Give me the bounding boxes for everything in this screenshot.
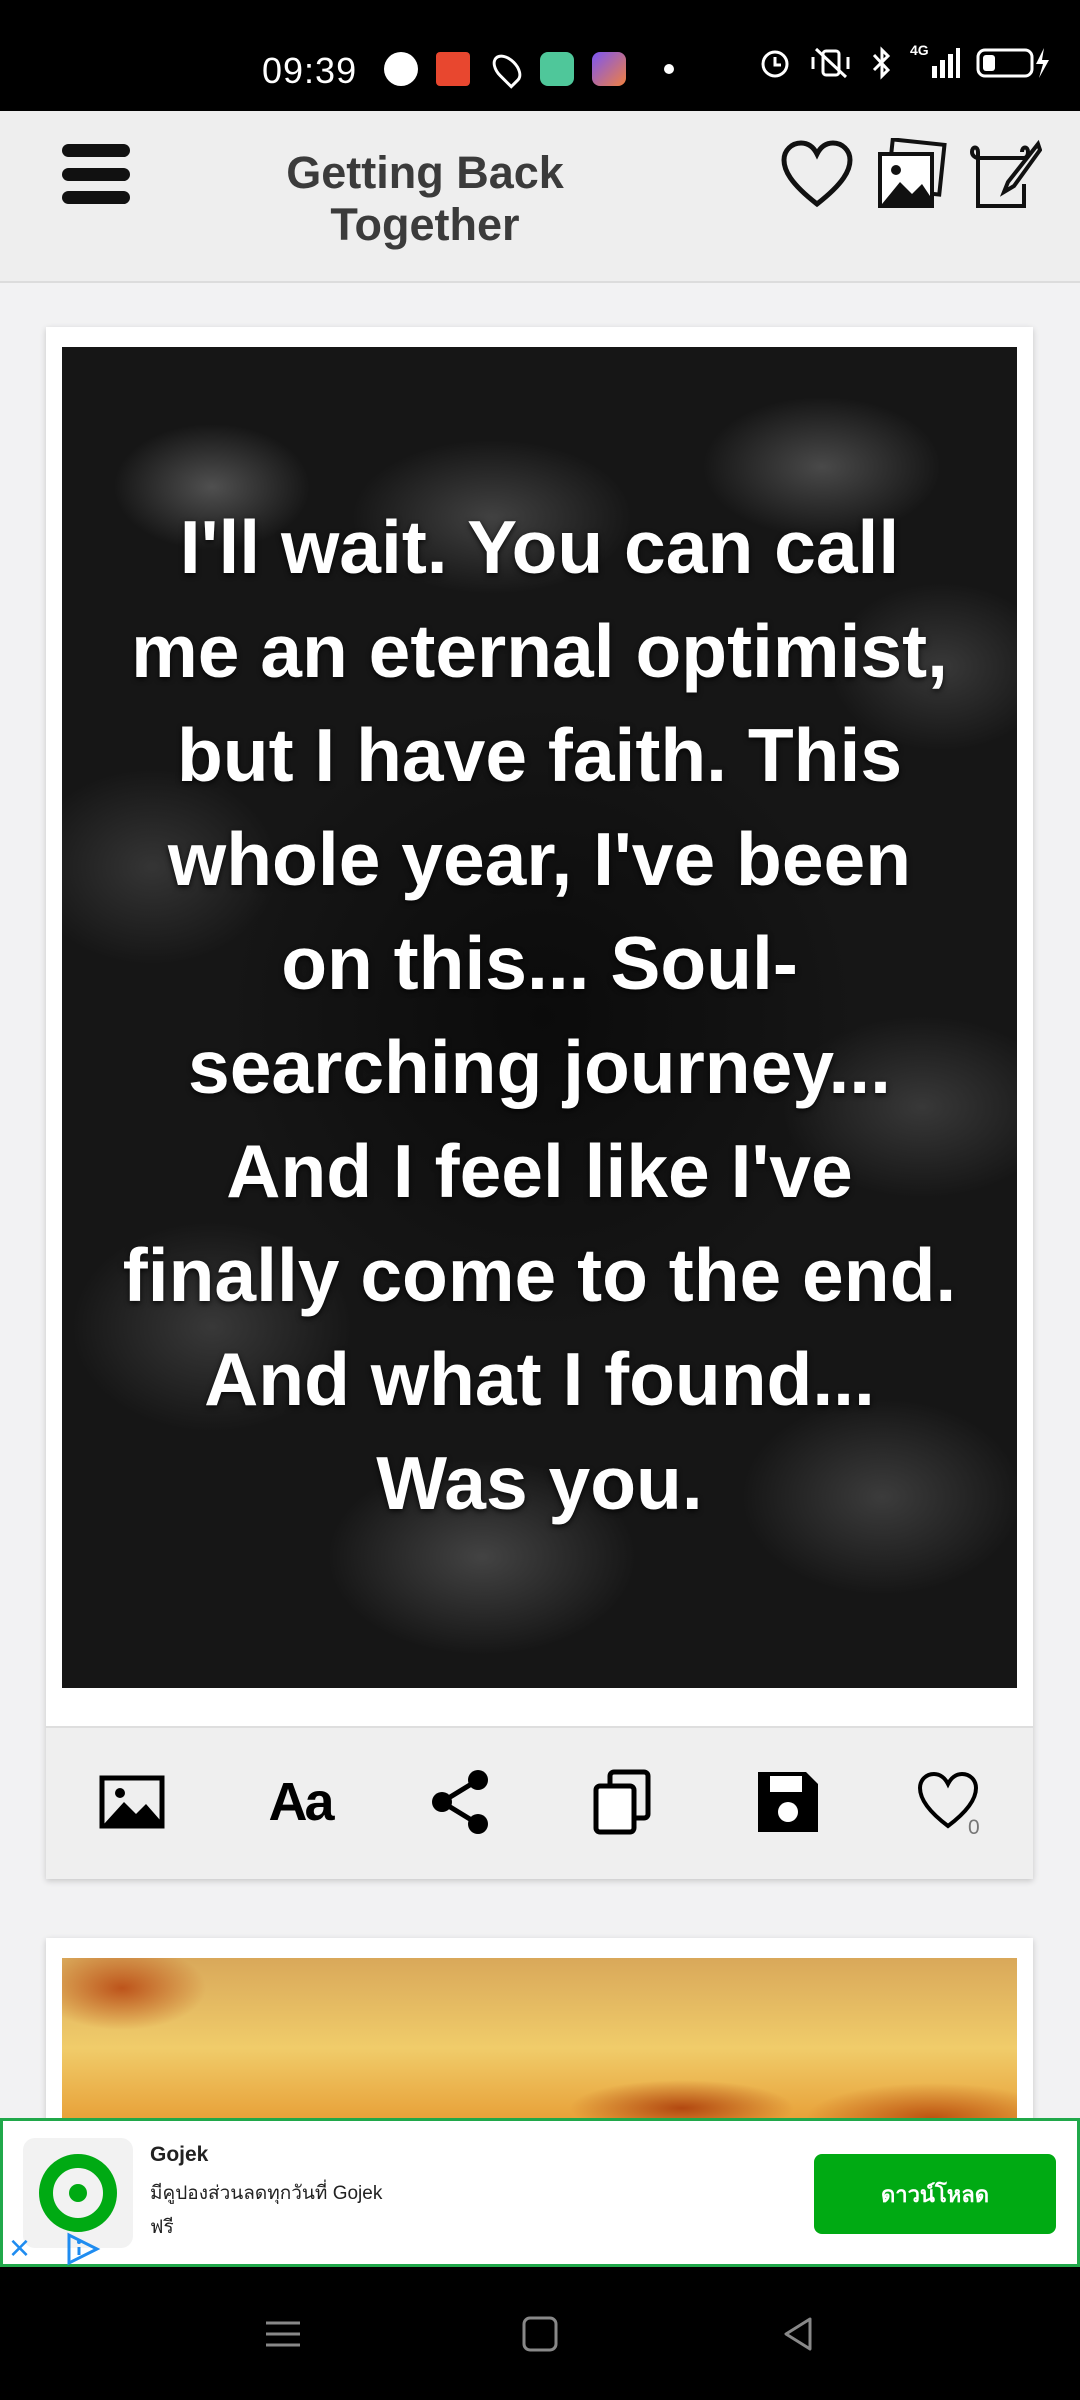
bluetooth-icon xyxy=(872,46,891,80)
signal-icon: 4G xyxy=(910,42,960,80)
copy-icon[interactable] xyxy=(586,1766,658,1838)
quote-image[interactable]: I'll wait. You can call me an eternal op… xyxy=(62,347,1017,1688)
system-navigation-bar xyxy=(0,2267,1080,2400)
app-bar: Getting Back Together xyxy=(0,111,1080,283)
drop-icon xyxy=(487,49,527,89)
dot-indicator-icon xyxy=(664,64,674,74)
status-bar: 09:39 4G xyxy=(0,0,1080,111)
hamburger-menu-icon[interactable] xyxy=(60,138,132,210)
share-icon[interactable] xyxy=(424,1766,496,1838)
quote-app-icon xyxy=(436,52,470,86)
status-time: 09:39 xyxy=(262,50,358,91)
photo-gallery-icon[interactable] xyxy=(874,138,948,212)
quote-toolbar: Aa 0 xyxy=(46,1726,1033,1879)
ad-close-icon[interactable]: × xyxy=(9,2230,30,2266)
page-title: Getting Back Together xyxy=(286,147,564,250)
font-text-icon[interactable]: Aa xyxy=(260,1766,340,1838)
network-type-label: 4G xyxy=(910,42,929,58)
image-background-icon[interactable] xyxy=(96,1766,168,1838)
favorites-heart-icon[interactable] xyxy=(780,138,854,212)
messenger-icon xyxy=(384,52,418,86)
battery-charging-icon xyxy=(976,48,1049,78)
ad-download-button[interactable]: ดาวน์โหลด xyxy=(814,2154,1056,2234)
quote-card: I'll wait. You can call me an eternal op… xyxy=(46,327,1033,1879)
status-icons: 4G xyxy=(758,42,1052,80)
compose-quote-icon[interactable] xyxy=(968,138,1042,212)
ad-price: ฟรี xyxy=(150,2217,174,2238)
app-notification-icon xyxy=(540,52,574,86)
ad-brand: Gojek xyxy=(150,2143,209,2166)
next-quote-image[interactable] xyxy=(62,1958,1017,2138)
vibrate-off-icon xyxy=(811,47,850,79)
adchoices-icon[interactable] xyxy=(63,2231,103,2267)
home-icon[interactable] xyxy=(517,2311,563,2357)
like-count: 0 xyxy=(968,1816,980,1839)
ad-description: มีคูปองส่วนลดทุกวันที่ Gojek xyxy=(150,2183,383,2204)
next-quote-card xyxy=(46,1938,1033,2138)
recent-apps-icon[interactable] xyxy=(260,2311,306,2357)
back-icon[interactable] xyxy=(776,2311,822,2357)
ad-banner[interactable]: Gojek มีคูปองส่วนลดทุกวันที่ Gojek ฟรี ด… xyxy=(0,2118,1080,2267)
shortcut-notification-icon xyxy=(592,52,626,86)
save-icon[interactable] xyxy=(752,1766,824,1838)
alarm-icon xyxy=(761,50,789,78)
quote-text: I'll wait. You can call me an eternal op… xyxy=(122,505,957,1525)
